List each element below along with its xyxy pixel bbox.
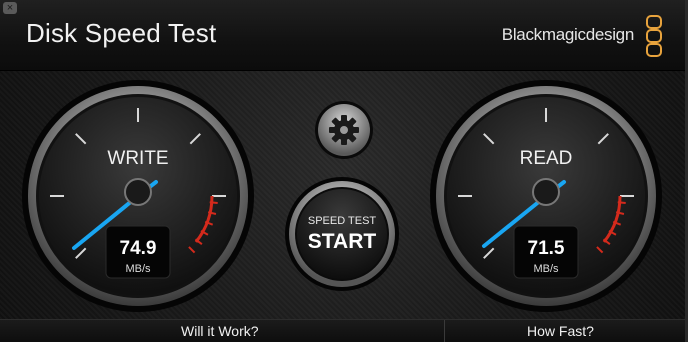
- write-label: WRITE: [107, 148, 168, 169]
- brand-logo-icon: [646, 15, 662, 57]
- bottom-divider: [444, 320, 445, 342]
- write-gauge: WRITE 74.9 MB/s: [22, 80, 254, 312]
- settings-button[interactable]: [314, 100, 374, 160]
- write-speed-value: 74.9: [120, 238, 157, 259]
- read-speed-value: 71.5: [528, 238, 565, 259]
- start-button-label: START: [308, 230, 377, 253]
- title-bar: × Disk Speed Test Blackmagicdesign: [0, 0, 688, 71]
- read-speed-unit: MB/s: [533, 263, 559, 275]
- speed-test-start-button[interactable]: SPEED TEST START: [284, 176, 400, 292]
- read-gauge: READ 71.5 MB/s: [430, 80, 662, 312]
- start-button-caption: SPEED TEST: [308, 215, 377, 227]
- app-window: × Disk Speed Test Blackmagicdesign WRITE…: [0, 0, 688, 342]
- bottom-bar: Will it Work? How Fast?: [0, 319, 688, 342]
- brand-wordmark: Blackmagicdesign: [501, 25, 635, 44]
- close-icon[interactable]: ×: [3, 2, 17, 14]
- write-speed-unit: MB/s: [125, 263, 151, 275]
- how-fast-tab[interactable]: How Fast?: [527, 323, 594, 339]
- read-label: READ: [520, 148, 573, 169]
- will-it-work-tab[interactable]: Will it Work?: [181, 323, 259, 339]
- gear-icon: [329, 115, 359, 145]
- app-title: Disk Speed Test: [26, 18, 217, 48]
